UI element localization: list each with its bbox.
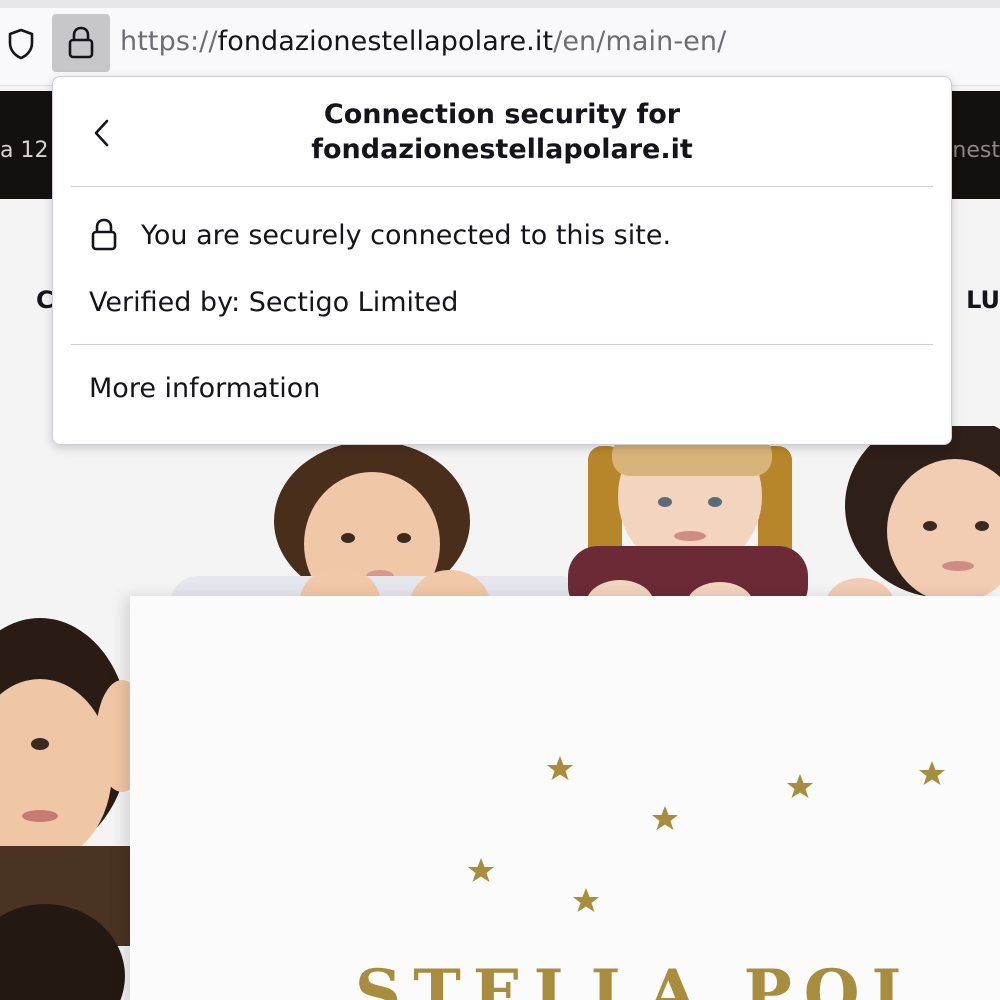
chevron-left-icon bbox=[94, 119, 109, 147]
url-path: /en/main-en/ bbox=[553, 26, 727, 57]
url-bar[interactable]: https://fondazionestellapolare.it/en/mai… bbox=[120, 26, 726, 57]
panel-title: Connection security for fondazionestella… bbox=[133, 97, 871, 167]
divider bbox=[71, 344, 933, 345]
nav-text-right[interactable]: LU bbox=[966, 286, 1000, 314]
url-host: fondazionestellapolare.it bbox=[217, 26, 554, 57]
hero-banner-board bbox=[130, 596, 1000, 1000]
browser-toolbar: https://fondazionestellapolare.it/en/mai… bbox=[0, 0, 1000, 86]
more-information-button[interactable]: More information bbox=[89, 373, 320, 404]
panel-title-host: fondazionestellapolare.it bbox=[311, 134, 693, 165]
nav-text-left[interactable]: C bbox=[36, 286, 54, 314]
banner-title: STELLA POL bbox=[355, 956, 929, 1000]
star-constellation bbox=[468, 756, 945, 912]
top-bar-text-left: a 12 bbox=[0, 138, 49, 163]
tracking-protection-button[interactable] bbox=[0, 22, 42, 66]
top-bar-text-right: nest bbox=[952, 138, 1000, 163]
secure-status-text: You are securely connected to this site. bbox=[141, 219, 672, 251]
connection-security-panel: Connection security for fondazionestella… bbox=[52, 76, 952, 445]
back-button[interactable] bbox=[85, 113, 119, 153]
shield-icon bbox=[8, 28, 34, 60]
lock-icon bbox=[68, 26, 94, 59]
panel-title-line1: Connection security for bbox=[323, 99, 681, 130]
site-security-button[interactable] bbox=[52, 14, 110, 72]
verified-by-text: Verified by: Sectigo Limited bbox=[89, 287, 459, 318]
divider bbox=[71, 186, 933, 187]
star-icon bbox=[468, 756, 945, 912]
toolbar-edge bbox=[0, 0, 1000, 8]
lock-icon bbox=[89, 215, 123, 255]
secure-status-row: You are securely connected to this site. bbox=[89, 215, 671, 255]
url-scheme: https:// bbox=[120, 26, 218, 57]
